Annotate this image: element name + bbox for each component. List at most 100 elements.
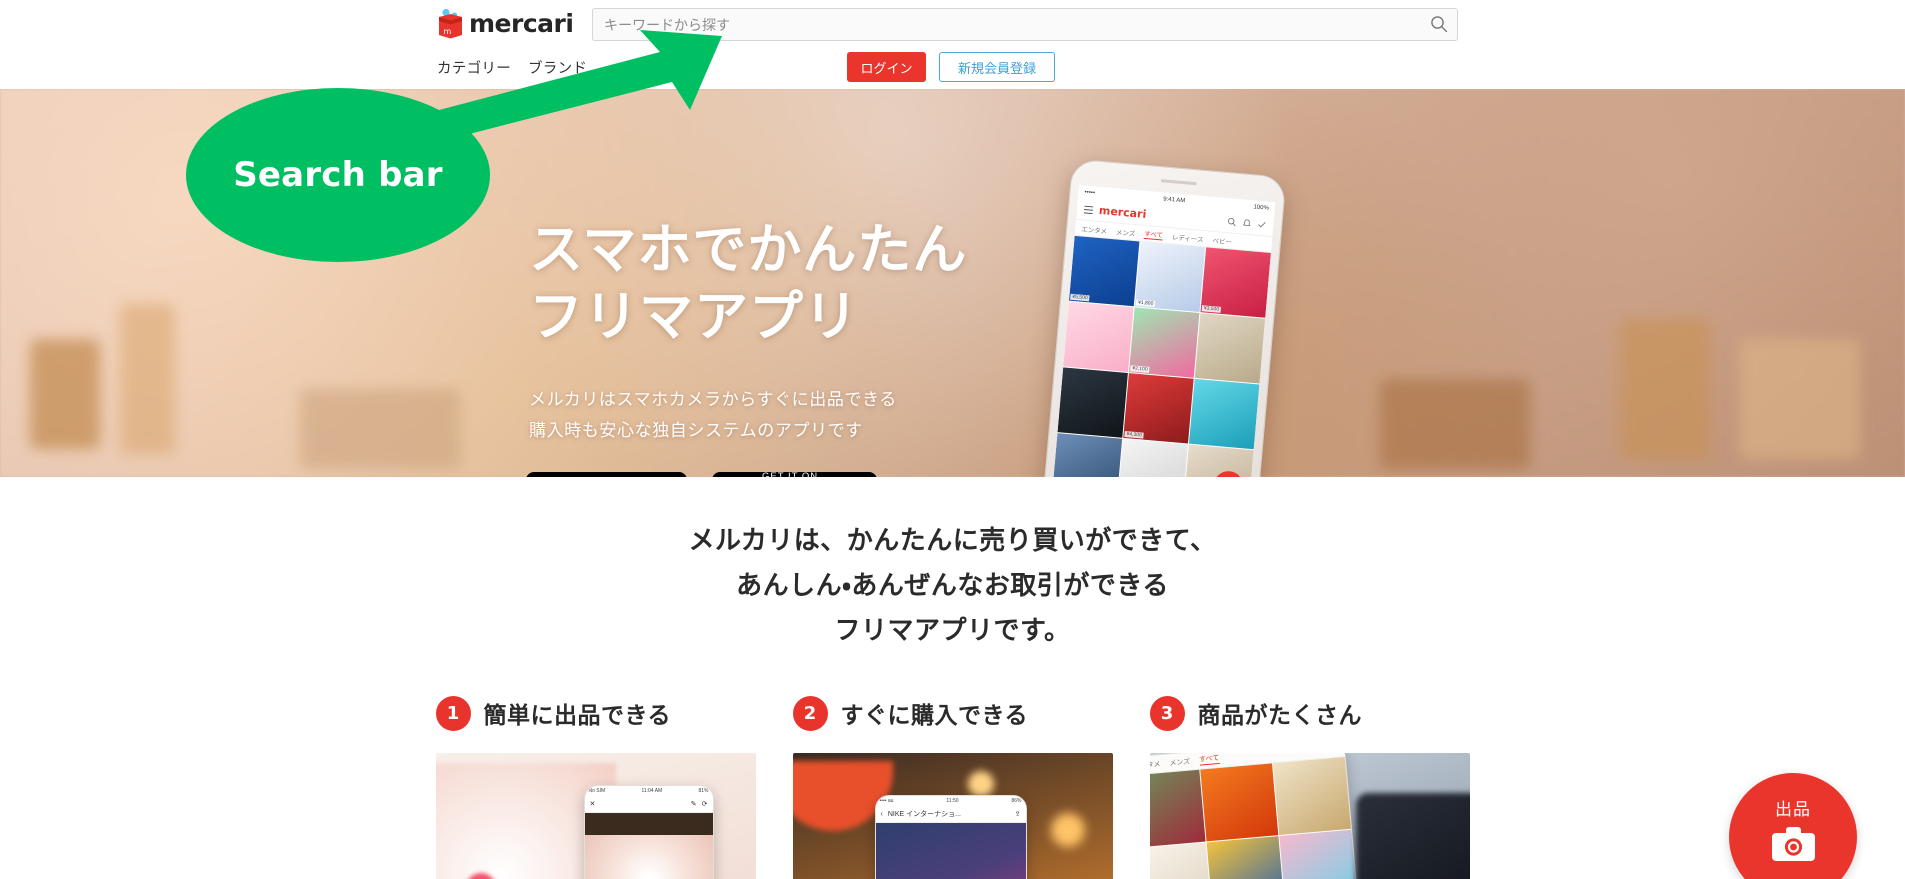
site-header: m mercari カテゴリー ブランド ログイン 新規会員登録 (0, 0, 1905, 89)
edit-icon: ✎ (690, 801, 697, 809)
hero-title-line2: フリマアプリ (529, 284, 859, 348)
hero-subtitle: メルカリはスマホカメラからすぐに出品できる 購入時も安心な独自システムのアプリで… (529, 385, 897, 447)
mercari-logo-text: mercari (469, 8, 574, 38)
mercari-logo[interactable]: m mercari (437, 6, 574, 40)
mini-phone-cell (1278, 829, 1357, 879)
feature-number-badge: 2 (792, 695, 828, 731)
intro-heading-line1: メルカリは、かんたんに売り買いができて、 (688, 526, 1217, 556)
mini-phone-cell (1149, 842, 1212, 879)
auth-buttons: ログイン 新規会員登録 (847, 52, 1055, 82)
chevron-left-icon: ‹ (880, 810, 883, 818)
phone-product-cell (1051, 433, 1123, 477)
nav-link-category[interactable]: カテゴリー (437, 57, 511, 78)
feature-item-1: 1 簡単に出品できる No SIM 11:04 AM 81% ✕ ✎ ⟳ (435, 695, 756, 879)
hero-title-line1: スマホでかんたん (529, 218, 968, 281)
intro-section: メルカリは、かんたんに売り買いができて、 あんしん・あんぜんなお取引ができる フ… (0, 477, 1905, 879)
search-icon[interactable] (1430, 15, 1448, 33)
mini-phone-cell (1272, 756, 1351, 835)
search-input[interactable] (592, 8, 1458, 41)
phone-tab-3: レディース (1171, 233, 1204, 244)
feature-heading: 1 簡単に出品できる (435, 695, 756, 731)
mini-phone-status-bar: No SIM 11:04 AM 81% (584, 785, 713, 797)
hero-title: スマホでかんたん フリマアプリ (529, 217, 967, 351)
mini-phone-photo (875, 822, 1026, 879)
phone-product-cell (1057, 367, 1128, 438)
close-icon: ✕ (589, 801, 596, 809)
phone-status-battery: 100% (1253, 203, 1270, 212)
rotate-icon: ⟳ (701, 801, 708, 809)
feature-title: 簡単に出品できる (483, 703, 672, 730)
feature-mini-phone-2: •••• au 11:50 86% ‹ NIKE インターナショ... ⇪ (874, 794, 1027, 879)
phone-product-price: ¥3,500 (1201, 305, 1222, 313)
search-bar[interactable] (592, 8, 1458, 41)
phone-tab-1: メンズ (1115, 228, 1136, 238)
feature-mini-phone-3: エンタメ メンズ すべて (1149, 752, 1371, 879)
mini-phone-tab-2: すべて (1198, 752, 1220, 766)
mini-phone-battery: 81% (698, 788, 709, 795)
mini-phone-signal: •••• au (879, 798, 894, 805)
phone-product-price: ¥1,800 (1135, 299, 1156, 308)
mini-phone-status-bar: •••• au 11:50 86% (875, 795, 1026, 807)
feature-number-badge: 1 (435, 695, 471, 731)
phone-product-cell: ¥2,100 (1128, 307, 1200, 378)
register-button[interactable]: 新規会員登録 (939, 52, 1055, 82)
phone-product-cell: ¥1,800 (1134, 241, 1206, 313)
phone-product-cell (1183, 444, 1254, 477)
phone-app-logo: mercari (1098, 203, 1147, 222)
mini-phone-time: 11:50 (946, 798, 959, 805)
phone-search-icon (1227, 213, 1238, 232)
nav-link-brand[interactable]: ブランド (528, 57, 587, 78)
phone-tab-2: すべて (1143, 227, 1164, 241)
phone-product-price: ¥4,300 (1124, 430, 1145, 439)
mini-phone-tab-1: メンズ (1168, 757, 1191, 767)
header-top-row: m mercari (0, 0, 1905, 48)
mini-phone-app-bar: ‹ NIKE インターナショ... ⇪ (875, 806, 1026, 823)
feature-image-2: •••• au 11:50 86% ‹ NIKE インターナショ... ⇪ (792, 752, 1113, 879)
phone-product-cell: ¥3,500 (1200, 247, 1271, 318)
phone-product-cell (1063, 301, 1134, 373)
login-button[interactable]: ログイン (847, 52, 926, 82)
mini-phone-cell (1149, 769, 1206, 848)
feature-image-1: No SIM 11:04 AM 81% ✕ ✎ ⟳ (435, 752, 756, 879)
phone-product-price: ¥2,100 (1130, 365, 1150, 373)
hero-subtitle-line2: 購入時も安心な独自システムのアプリです (529, 420, 863, 440)
share-icon: ⇪ (1014, 811, 1021, 819)
phone-product-price: ¥5,500 (1070, 293, 1090, 302)
header-bottom-row: カテゴリー ブランド ログイン 新規会員登録 (0, 48, 1905, 89)
mini-phone-battery: 86% (1011, 798, 1022, 805)
feature-item-2: 2 すぐに購入できる •••• au 11:50 86% ‹ NIKE インター (792, 695, 1113, 879)
feature-mini-phone-1: No SIM 11:04 AM 81% ✕ ✎ ⟳ (583, 784, 714, 879)
phone-status-signal: ••••• (1084, 189, 1096, 196)
phone-tab-0: エンタメ (1080, 225, 1108, 236)
feature-title: すぐに購入できる (840, 703, 1029, 730)
hero-banner: スマホでかんたん フリマアプリ メルカリはスマホカメラからすぐに出品できる 購入… (0, 89, 1905, 477)
mini-phone-cell (1199, 763, 1278, 842)
mini-phone-product-grid (1149, 756, 1364, 879)
mini-phone-cell (1206, 836, 1285, 879)
primary-nav: カテゴリー ブランド (437, 57, 587, 78)
phone-product-cell: ¥5,500 (1068, 235, 1140, 307)
intro-heading: メルカリは、かんたんに売り買いができて、 あんしん・あんぜんなお取引ができる フ… (0, 519, 1905, 654)
features-list: 1 簡単に出品できる No SIM 11:04 AM 81% ✕ ✎ ⟳ 2 す… (0, 695, 1905, 879)
hero-phone-mockup: ••••• 9:41 AM 100% mercari エンタメ メンズ すべて … (1038, 158, 1287, 477)
phone-screen: ••••• 9:41 AM 100% mercari エンタメ メンズ すべて … (1049, 185, 1276, 477)
mini-phone-tab-0: エンタメ (1149, 760, 1161, 770)
phone-product-cell (1117, 438, 1188, 477)
phone-product-cell (1194, 313, 1266, 384)
feature-item-3: 3 商品がたくさん エンタメ メンズ すべて (1149, 695, 1470, 879)
mini-phone-signal: No SIM (588, 788, 606, 795)
mercari-box-logo-icon: m (437, 8, 464, 39)
hamburger-icon (1083, 200, 1094, 219)
mini-phone-bar-title: NIKE インターナショ... (887, 811, 961, 819)
feature-image-3: エンタメ メンズ すべて (1149, 752, 1470, 879)
mini-phone-app-bar: ✕ ✎ ⟳ (584, 796, 713, 813)
phone-tab-4: ベビー (1212, 237, 1233, 247)
mini-phone-photo (584, 834, 713, 879)
intro-heading-line3: フリマアプリです。 (834, 615, 1071, 646)
phone-check-icon (1257, 215, 1268, 234)
phone-bell-icon (1242, 214, 1253, 233)
feature-heading: 2 すぐに購入できる (792, 695, 1113, 731)
mini-phone-time: 11:04 AM (641, 788, 663, 795)
phone-product-cell: ¥4,300 (1123, 373, 1194, 444)
phone-status-time: 9:41 AM (1163, 195, 1186, 204)
